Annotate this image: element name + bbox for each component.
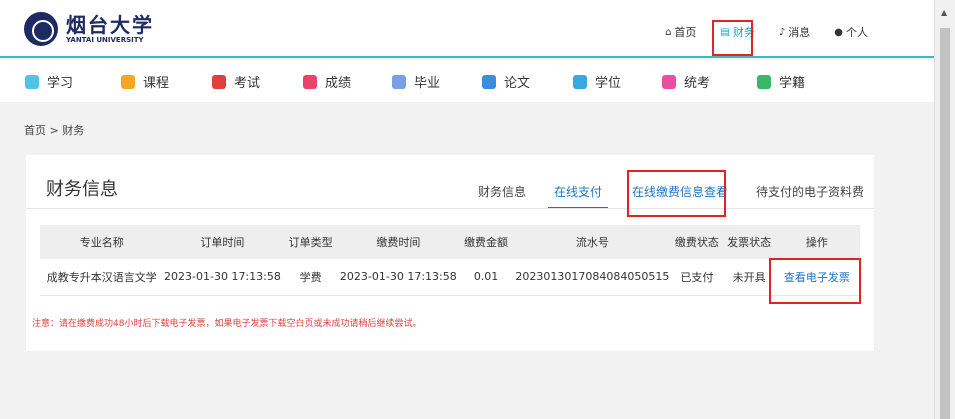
nav-item-exams[interactable]: 考试 [212,72,260,91]
top-link-profile[interactable]: ● 个人 [834,24,868,40]
logo-english-name: YANTAI UNIVERSITY [66,35,144,44]
cell-serial-number: 20230130170840840505​15 [515,259,670,296]
table-row: 成教专升本汉语言文学 2023-01-30 17:13:58 学费 2023-0… [40,259,860,296]
column-header: 订单类型 [281,225,340,259]
database-icon: ▤ [720,26,730,38]
scroll-thumb[interactable] [940,28,950,419]
user-icon: ● [834,26,843,38]
nav-item-label: 论文 [504,76,531,91]
nav-item-label: 毕业 [414,76,441,91]
nav-item-label: 学习 [47,76,74,91]
panel-divider [26,208,874,209]
column-header: 缴费状态 [669,225,725,259]
nav-item-courses[interactable]: 课程 [121,72,169,91]
graduation-icon [392,74,406,89]
cell-order-type: 学费 [281,259,340,296]
tab-pending-material-fees[interactable]: 待支付的电子资料费 [756,183,864,200]
tab-payment-records[interactable]: 在线缴费信息查看 [632,183,728,200]
column-header: 流水号 [515,225,670,259]
nav-item-label: 学籍 [779,76,806,91]
top-link-finance[interactable]: ▤ 财务 [720,24,754,40]
tab-finance-info[interactable]: 财务信息 [478,183,526,200]
top-header: 烟台大学 YANTAI UNIVERSITY ⌂ 首页 ▤ 财务 ♪ 消息 ● … [0,0,934,58]
scroll-up-arrow-icon[interactable]: ▲ [941,8,947,17]
exams-icon [212,74,226,89]
nav-item-label: 统考 [684,76,711,91]
column-header: 操作 [773,225,860,259]
top-links: ⌂ 首页 ▤ 财务 ♪ 消息 ● 个人 [641,24,868,40]
top-link-label: 财务 [732,26,755,39]
finance-panel: 财务信息 财务信息 在线支付 在线缴费信息查看 待支付的电子资料费 专业名称 订… [26,155,874,351]
grades-icon [303,74,317,89]
student-status-icon [757,74,771,89]
nav-item-label: 课程 [143,76,170,91]
nav-item-unified-exam[interactable]: 统考 [662,72,710,91]
nav-item-degree[interactable]: 学位 [573,72,621,91]
cell-order-time: 2023-01-30 17:13:58 [163,259,282,296]
tab-online-payment[interactable]: 在线支付 [547,183,609,209]
study-icon [25,74,39,89]
top-link-label: 首页 [674,26,697,39]
nav-item-label: 学位 [595,76,622,91]
top-link-messages[interactable]: ♪ 消息 [779,24,810,40]
nav-item-label: 成绩 [325,76,352,91]
bell-icon: ♪ [778,26,786,38]
university-seal-icon [24,12,58,46]
nav-item-label: 考试 [234,76,261,91]
logo-chinese-name: 烟台大学 [66,12,154,37]
page-title: 财务信息 [46,179,118,200]
university-logo[interactable]: 烟台大学 YANTAI UNIVERSITY [24,12,154,46]
column-header: 发票状态 [724,225,774,259]
cell-invoice-status: 未开具 [724,259,774,296]
top-link-label: 消息 [788,26,811,39]
cell-amount: 0.01 [456,259,516,296]
degree-icon [573,74,587,89]
top-link-home[interactable]: ⌂ 首页 [665,24,696,40]
nav-item-graduation[interactable]: 毕业 [392,72,440,91]
top-link-label: 个人 [846,26,868,39]
nav-item-grades[interactable]: 成绩 [303,72,351,91]
thesis-icon [482,74,496,89]
cell-payment-time: 2023-01-30 17:13:58 [339,259,457,296]
table-header-row: 专业名称 订单时间 订单类型 缴费时间 缴费金额 流水号 缴费状态 发票状态 操… [40,225,860,259]
home-icon: ⌂ [665,26,672,38]
cell-major: 成教专升本汉语言文学 [40,259,164,296]
nav-item-student-status[interactable]: 学籍 [757,72,805,91]
breadcrumb: 首页 > 财务 [24,124,85,137]
unified-exam-icon [662,74,676,89]
vertical-scrollbar[interactable]: ▲ [934,0,955,419]
cell-payment-status: 已支付 [669,259,725,296]
invoice-notice: 注意：请在缴费成功48小时后下载电子发票，如果电子发票下载空白页或未成功请稍后继… [32,319,422,329]
column-header: 专业名称 [40,225,164,259]
column-header: 缴费金额 [456,225,516,259]
column-header: 缴费时间 [339,225,457,259]
column-header: 订单时间 [163,225,282,259]
main-nav: 学习 课程 考试 成绩 毕业 论文 学位 统考 学籍 [0,60,934,102]
payment-table: 专业名称 订单时间 订单类型 缴费时间 缴费金额 流水号 缴费状态 发票状态 操… [40,225,860,296]
view-invoice-link[interactable]: 查看电子发票 [773,259,860,296]
courses-icon [121,74,135,89]
nav-item-thesis[interactable]: 论文 [482,72,530,91]
nav-item-study[interactable]: 学习 [25,72,73,91]
